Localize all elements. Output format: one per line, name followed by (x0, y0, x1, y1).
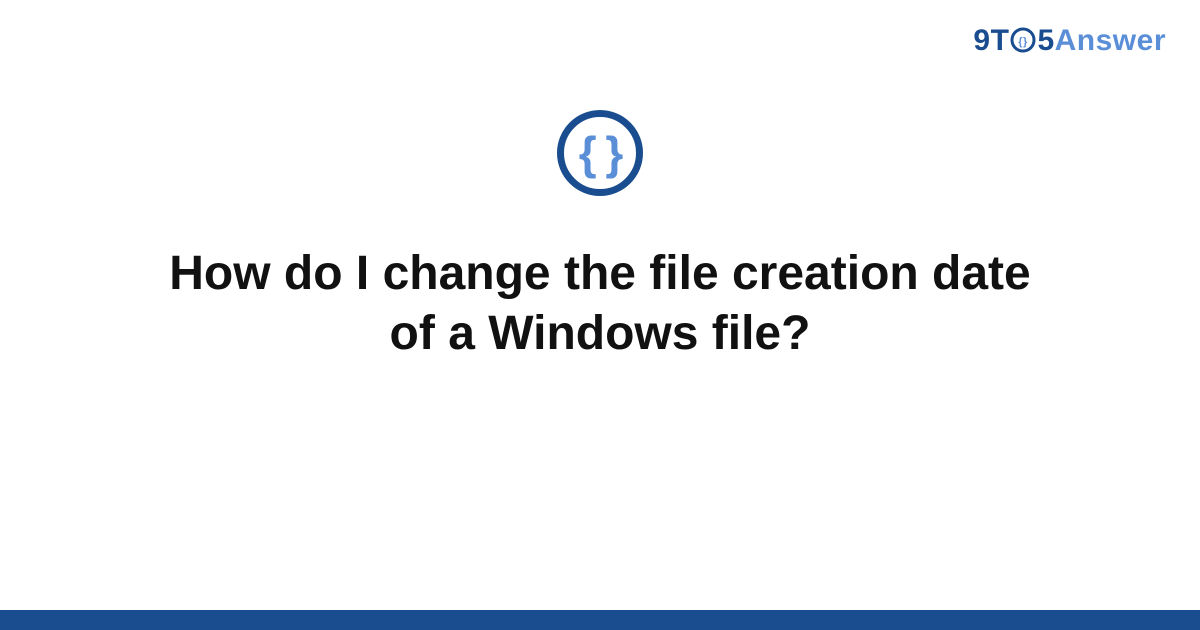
code-braces-icon: { } (579, 130, 622, 176)
brand-t: T (991, 24, 1010, 57)
main-content: { } How do I change the file creation da… (0, 110, 1200, 364)
footer-bar (0, 610, 1200, 630)
brand-5: 5 (1037, 24, 1054, 57)
brand-answer: Answer (1055, 24, 1166, 57)
brand-o-icon: {} (1010, 27, 1036, 53)
brand-9: 9 (973, 24, 990, 57)
site-brand: 9T {} 5Answer (973, 24, 1166, 58)
question-title: How do I change the file creation date o… (150, 244, 1050, 364)
svg-text:{}: {} (1019, 36, 1029, 48)
topic-icon-circle: { } (557, 110, 643, 196)
